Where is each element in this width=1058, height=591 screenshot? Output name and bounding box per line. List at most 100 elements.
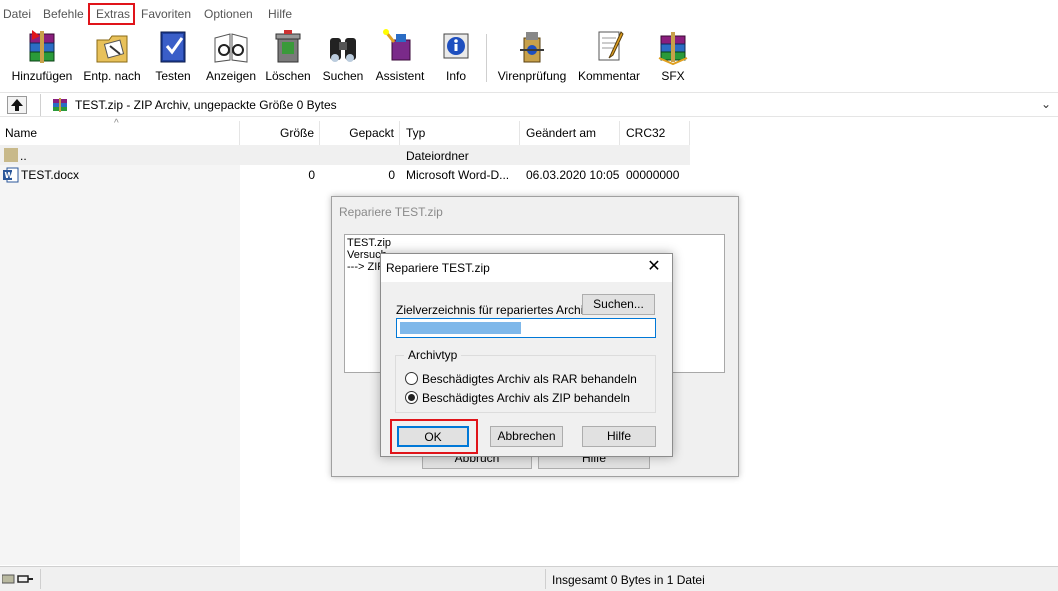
- toolbar-comment-label: Kommentar: [577, 69, 641, 83]
- toolbar-extract-button[interactable]: Entp. nach: [82, 28, 142, 83]
- cancel-button[interactable]: Abbrechen: [490, 426, 563, 447]
- file-name: ..: [20, 149, 27, 163]
- menu-optionen[interactable]: Optionen: [204, 7, 253, 21]
- column-type-label: Typ: [406, 126, 426, 140]
- address-bar: TEST.zip - ZIP Archiv, ungepackte Größe …: [0, 92, 1058, 117]
- info-icon: [438, 28, 474, 66]
- column-header-modified[interactable]: Geändert am: [520, 121, 620, 145]
- status-separator: [40, 569, 41, 589]
- repair-dialog-title: Repariere TEST.zip: [386, 261, 490, 275]
- close-icon[interactable]: ✕: [644, 257, 664, 277]
- destination-label: Zielverzeichnis für repariertes Archiv: [396, 303, 590, 317]
- radio-rar[interactable]: [405, 372, 418, 385]
- delete-icon: [270, 28, 306, 66]
- file-crc: 00000000: [626, 168, 680, 182]
- toolbar-info-label: Info: [445, 69, 466, 83]
- column-header-packed[interactable]: Gepackt: [320, 121, 400, 145]
- toolbar-delete-label: Löschen: [265, 69, 311, 83]
- destination-selection: [400, 322, 521, 334]
- column-header-crc[interactable]: CRC32: [620, 121, 690, 145]
- toolbar-find-label: Suchen: [322, 69, 364, 83]
- ok-highlight-box: [390, 419, 478, 454]
- menu-favoriten[interactable]: Favoriten: [141, 7, 191, 21]
- toolbar-test-label: Testen: [155, 69, 191, 83]
- toolbar-sfx-button[interactable]: SFX: [655, 28, 691, 83]
- status-bar: Insgesamt 0 Bytes in 1 Datei: [0, 566, 1058, 591]
- column-header-name[interactable]: Name ^: [0, 118, 240, 145]
- column-header-size[interactable]: Größe: [240, 121, 320, 145]
- radio-zip-label[interactable]: Beschädigtes Archiv als ZIP behandeln: [422, 391, 630, 405]
- comment-icon: [591, 28, 627, 66]
- toolbar-find-button[interactable]: Suchen: [320, 28, 366, 83]
- add-archive-icon: [24, 28, 60, 66]
- column-name-label: Name: [5, 126, 38, 140]
- toolbar-test-button[interactable]: Testen: [150, 28, 196, 83]
- toolbar-wizard-label: Assistent: [375, 69, 425, 83]
- column-modified-label: Geändert am: [526, 126, 597, 140]
- toolbar: Hinzufügen Entp. nach Testen Anzeigen Lö…: [0, 26, 1058, 86]
- sfx-icon: [655, 28, 691, 66]
- menu-datei[interactable]: Datei: [3, 7, 31, 21]
- word-document-icon: W: [3, 167, 19, 183]
- file-modified: 06.03.2020 10:05: [526, 168, 620, 182]
- toolbar-add-label: Hinzufügen: [11, 69, 73, 83]
- extract-icon: [94, 28, 130, 66]
- drive-icon: [2, 574, 33, 584]
- file-size: 0: [308, 168, 315, 182]
- find-icon: [325, 28, 361, 66]
- test-icon: [155, 28, 191, 66]
- wizard-icon: [382, 28, 418, 66]
- menu-bar: Datei Befehle Extras Favoriten Optionen …: [0, 0, 1058, 28]
- chevron-down-icon[interactable]: ⌄: [1041, 97, 1051, 111]
- toolbar-sfx-label: SFX: [661, 69, 685, 83]
- file-type: Dateiordner: [406, 149, 469, 163]
- file-type: Microsoft Word-D...: [406, 168, 510, 182]
- toolbar-virus-scan-button[interactable]: Virenprüfung: [495, 28, 569, 83]
- radio-zip[interactable]: [405, 391, 418, 404]
- progress-dialog-title: Repariere TEST.zip: [339, 205, 443, 219]
- column-header-type[interactable]: Typ: [400, 121, 520, 145]
- cancel-button-label: Abbrechen: [497, 429, 556, 443]
- up-arrow-icon: [11, 99, 23, 111]
- browse-button-label: Suchen...: [593, 297, 644, 311]
- browse-button[interactable]: Suchen...: [582, 294, 655, 315]
- toolbar-add-button[interactable]: Hinzufügen: [9, 28, 75, 83]
- toolbar-info-button[interactable]: Info: [438, 28, 474, 83]
- toolbar-comment-button[interactable]: Kommentar: [576, 28, 642, 83]
- left-pane-shade: [0, 165, 240, 565]
- toolbar-virus-scan-label: Virenprüfung: [497, 69, 567, 83]
- toolbar-delete-button[interactable]: Löschen: [264, 28, 312, 83]
- column-crc-label: CRC32: [626, 126, 666, 140]
- sort-arrow-icon: ^: [114, 118, 119, 129]
- toolbar-extract-label: Entp. nach: [83, 69, 141, 83]
- virus-scan-icon: [514, 28, 550, 66]
- address-field[interactable]: TEST.zip - ZIP Archiv, ungepackte Größe …: [40, 94, 1057, 116]
- list-item[interactable]: W TEST.docx 0 0 Microsoft Word-D... 06.0…: [0, 165, 690, 185]
- toolbar-wizard-button[interactable]: Assistent: [373, 28, 427, 83]
- address-text: TEST.zip - ZIP Archiv, ungepackte Größe …: [75, 98, 337, 112]
- log-line: TEST.zip: [347, 237, 392, 249]
- up-folder-button[interactable]: [7, 96, 27, 114]
- list-item[interactable]: .. Dateiordner: [0, 145, 690, 165]
- view-icon: [213, 28, 249, 66]
- status-separator: [545, 569, 546, 589]
- menu-befehle[interactable]: Befehle: [43, 7, 84, 21]
- file-packed: 0: [388, 168, 395, 182]
- archive-icon: [53, 98, 67, 112]
- svg-text:W: W: [5, 171, 14, 180]
- column-packed-label: Gepackt: [349, 126, 394, 140]
- file-name: TEST.docx: [21, 168, 80, 182]
- repair-dialog-titlebar: Repariere TEST.zip ✕: [381, 254, 672, 282]
- archive-type-group: Archivtyp Beschädigtes Archiv als RAR be…: [395, 348, 656, 413]
- menu-hilfe[interactable]: Hilfe: [268, 7, 292, 21]
- extras-highlight-box: [88, 3, 135, 25]
- archive-type-label: Archivtyp: [404, 348, 462, 362]
- destination-input[interactable]: [396, 318, 656, 338]
- help-button-label: Hilfe: [606, 429, 631, 443]
- toolbar-view-button[interactable]: Anzeigen: [204, 28, 258, 83]
- status-text: Insgesamt 0 Bytes in 1 Datei: [552, 573, 705, 587]
- folder-icon: [4, 148, 18, 162]
- column-size-label: Größe: [279, 126, 314, 140]
- help-button[interactable]: Hilfe: [582, 426, 656, 447]
- radio-rar-label[interactable]: Beschädigtes Archiv als RAR behandeln: [422, 372, 637, 386]
